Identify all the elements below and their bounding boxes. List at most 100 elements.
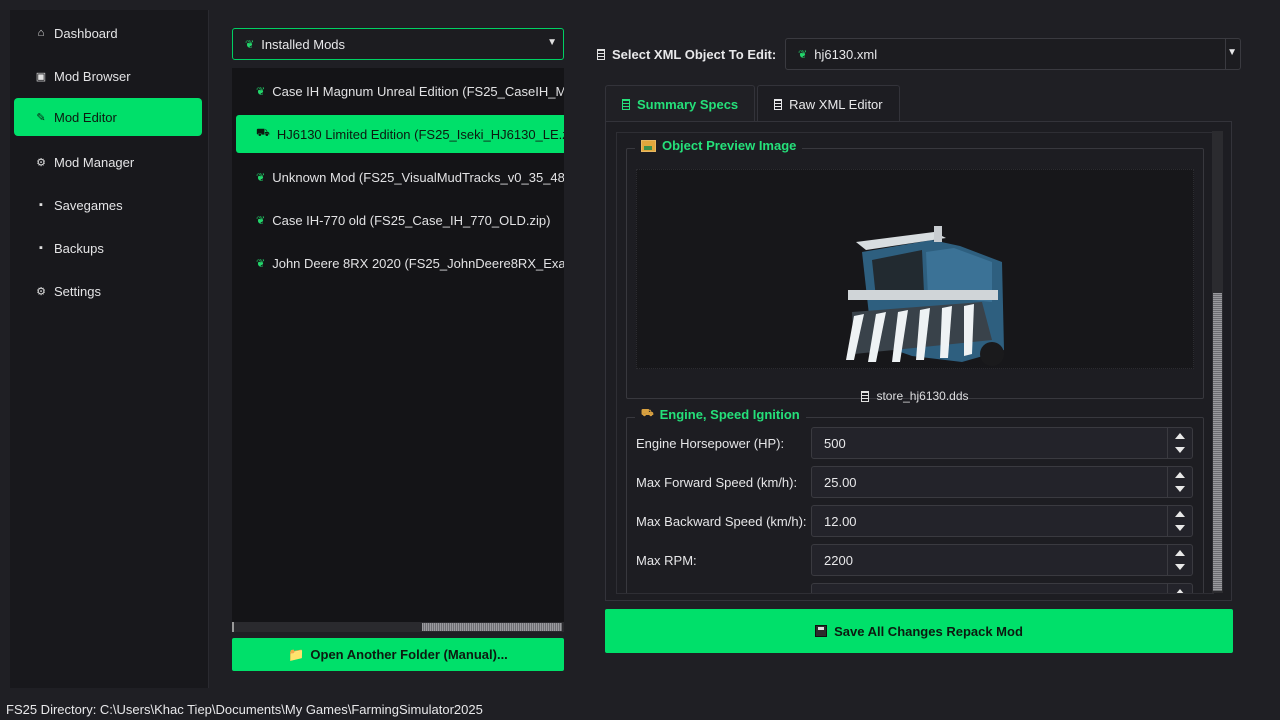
document-icon (622, 98, 630, 110)
spin-buttons (1167, 467, 1192, 497)
harvester-image (846, 226, 1004, 366)
spin-up-icon[interactable] (1175, 433, 1185, 439)
dropdown-divider (1225, 39, 1226, 69)
spec-row-partial (636, 582, 1196, 593)
preview-title-text: Object Preview Image (662, 138, 797, 153)
preview-image (636, 169, 1194, 369)
spin-buttons (1167, 506, 1192, 536)
xml-object-dropdown[interactable]: ❦ hj6130.xml ▼ (785, 38, 1241, 70)
mod-item-label: Case IH-770 old (FS25_Case_IH_770_OLD.zi… (272, 212, 551, 228)
spec-row-max-rpm: Max RPM: 2200 (636, 543, 1196, 577)
spec-label: Engine Horsepower (HP): (636, 435, 785, 451)
list-item[interactable]: ⛟ HJ6130 Limited Edition (FS25_Iseki_HJ6… (236, 115, 564, 153)
mod-source-dropdown[interactable]: ❦ Installed Mods ▼ (232, 28, 564, 60)
spin-down-icon[interactable] (1175, 564, 1185, 570)
spin-down-icon[interactable] (1175, 525, 1185, 531)
preview-group: Object Preview Image store_hj6130.dds (626, 138, 1204, 403)
home-icon: ⌂ (37, 27, 45, 39)
mod-item-label: Case IH Magnum Unreal Edition (FS25_Case… (272, 83, 564, 99)
preview-group-title: Object Preview Image (635, 138, 803, 153)
sidebar-item-mod-editor[interactable]: ✎ Mod Editor (14, 98, 202, 136)
sidebar-item-mod-manager[interactable]: ⚙ Mod Manager (14, 143, 202, 181)
leaf-icon: ❦ (245, 38, 255, 51)
sidebar-item-label: Dashboard (54, 25, 118, 41)
leaf-icon: ❦ (256, 171, 266, 184)
scrollbar-thumb[interactable] (1213, 293, 1222, 591)
sidebar-item-mod-browser[interactable]: ▣ Mod Browser (14, 57, 202, 95)
spin-up-icon[interactable] (1175, 589, 1185, 593)
spin-value: 12.00 (824, 513, 857, 529)
document-icon (774, 98, 783, 110)
mod-item-label: HJ6130 Limited Edition (FS25_Iseki_HJ613… (276, 126, 564, 142)
spin-down-icon[interactable] (1175, 447, 1185, 453)
spin-up-icon[interactable] (1175, 550, 1185, 556)
spec-label: Max Backward Speed (km/h): (636, 513, 807, 529)
spin-buttons (1167, 545, 1192, 575)
spin-buttons (1167, 584, 1192, 593)
sidebar-item-label: Settings (54, 283, 101, 299)
spin-down-icon[interactable] (1175, 486, 1185, 492)
forward-speed-spinbox[interactable]: 25.00 (811, 466, 1193, 498)
mod-item-label: Unknown Mod (FS25_VisualMudTracks_v0_35_… (272, 169, 564, 185)
spec-row-backward-speed: Max Backward Speed (km/h): 12.00 (636, 504, 1196, 538)
sidebar-item-settings[interactable]: ⚙ Settings (14, 272, 202, 310)
sidebar-item-savegames[interactable]: ▪ Savegames (14, 186, 202, 224)
scrollbar-thumb[interactable] (422, 623, 562, 631)
spin-value: 500 (824, 435, 846, 451)
leaf-icon: ❦ (798, 48, 808, 61)
sidebar-item-backups[interactable]: ▪ Backups (14, 229, 202, 267)
summary-specs-panel: Object Preview Image store_hj6130.dds ⛟ … (605, 121, 1232, 601)
document-icon (861, 390, 870, 402)
preview-filename: store_hj6130.dds (876, 389, 969, 403)
box-icon: ▣ (35, 70, 47, 83)
spin-up-icon[interactable] (1175, 472, 1185, 478)
tab-label: Raw XML Editor (789, 96, 883, 112)
spec-row-forward-speed: Max Forward Speed (km/h): 25.00 (636, 465, 1196, 499)
xml-select-row: Select XML Object To Edit: ❦ hj6130.xml … (597, 38, 1241, 70)
tractor-icon: ⛟ (256, 127, 270, 139)
tab-label: Summary Specs (637, 96, 739, 112)
gear-icon: ⚙ (36, 156, 46, 169)
spin-value: 2200 (824, 552, 853, 568)
partial-spinbox[interactable] (811, 583, 1193, 593)
sidebar: ⌂ Dashboard ▣ Mod Browser ✎ Mod Editor ⚙… (10, 10, 209, 688)
sidebar-item-dashboard[interactable]: ⌂ Dashboard (14, 14, 202, 52)
specs-vscrollbar[interactable] (1212, 131, 1223, 593)
preview-caption: store_hj6130.dds (627, 389, 1203, 403)
scrollbar-edge (232, 622, 234, 632)
xml-select-label-text: Select XML Object To Edit: (612, 46, 777, 62)
spec-label: Max Forward Speed (km/h): (636, 474, 798, 490)
list-item[interactable]: ❦ Case IH-770 old (FS25_Case_IH_770_OLD.… (236, 201, 564, 239)
editor-tabs: Summary Specs Raw XML Editor (605, 85, 902, 122)
tab-raw-xml-editor[interactable]: Raw XML Editor (757, 85, 900, 122)
sidebar-item-label: Savegames (54, 197, 123, 213)
spin-up-icon[interactable] (1175, 511, 1185, 517)
mod-list: ❦ Case IH Magnum Unreal Edition (FS25_Ca… (232, 68, 564, 624)
status-bar-directory: FS25 Directory: C:\Users\Khac Tiep\Docum… (6, 702, 483, 717)
floppy-icon (815, 625, 828, 637)
save-repack-label: Save All Changes Repack Mod (834, 623, 1023, 639)
sidebar-item-label: Mod Browser (54, 68, 131, 84)
list-item[interactable]: ❦ Unknown Mod (FS25_VisualMudTracks_v0_3… (236, 158, 564, 196)
backward-speed-spinbox[interactable]: 12.00 (811, 505, 1193, 537)
horsepower-spinbox[interactable]: 500 (811, 427, 1193, 459)
engine-title-text: Engine, Speed Ignition (659, 407, 800, 422)
floppy-icon: ▪ (39, 199, 43, 211)
sidebar-item-label: Backups (54, 240, 104, 256)
open-folder-label: Open Another Folder (Manual)... (310, 647, 508, 662)
spec-label: Max RPM: (636, 552, 697, 568)
list-item[interactable]: ❦ John Deere 8RX 2020 (FS25_JohnDeere8RX… (236, 244, 564, 282)
spin-value: 25.00 (824, 474, 857, 490)
mod-list-hscrollbar[interactable] (232, 622, 564, 632)
floppy-icon: ▪ (39, 242, 43, 254)
list-item[interactable]: ❦ Case IH Magnum Unreal Edition (FS25_Ca… (236, 72, 564, 110)
specs-scroll-area: Object Preview Image store_hj6130.dds ⛟ … (616, 132, 1214, 594)
open-folder-button[interactable]: 📁 Open Another Folder (Manual)... (232, 638, 564, 671)
chevron-down-icon: ▼ (1227, 47, 1237, 58)
sidebar-item-label: Mod Editor (54, 109, 117, 125)
tractor-icon: ⛟ (641, 408, 654, 419)
max-rpm-spinbox[interactable]: 2200 (811, 544, 1193, 576)
tab-summary-specs[interactable]: Summary Specs (605, 85, 756, 122)
leaf-icon: ❦ (256, 257, 266, 270)
save-repack-button[interactable]: Save All Changes Repack Mod (605, 609, 1233, 653)
